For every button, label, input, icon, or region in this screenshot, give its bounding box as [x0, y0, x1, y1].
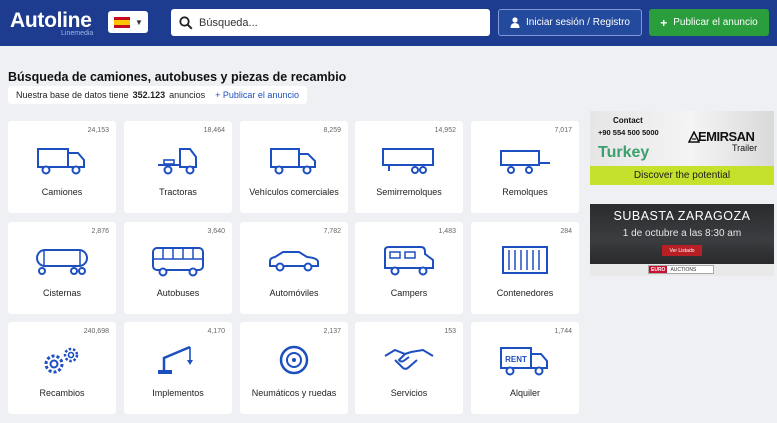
- category-card[interactable]: 3,640 Autobuses: [124, 222, 232, 314]
- publish-ad-button[interactable]: + Publicar el anuncio: [649, 9, 769, 36]
- ad-brand-sub: Trailer: [732, 143, 758, 153]
- ad-phone: +90 554 500 5000: [598, 128, 659, 137]
- language-selector[interactable]: ▼: [108, 11, 148, 33]
- category-card[interactable]: 284 Contenedores: [471, 222, 579, 314]
- category-count: 14,952: [434, 127, 456, 134]
- publish-label: Publicar el anuncio: [673, 17, 758, 28]
- truck-icon: [37, 148, 85, 175]
- category-label: Automóviles: [269, 288, 319, 298]
- logo-auctions: AUCTIONS: [670, 266, 697, 273]
- euro-auctions-logo: EURO AUCTIONS: [648, 265, 714, 274]
- category-count: 7,017: [554, 127, 572, 134]
- login-label: Iniciar sesión / Registro: [526, 17, 630, 28]
- category-count: 1,483: [438, 228, 456, 235]
- database-info: Nuestra base de datos tiene 352.123 anun…: [8, 86, 307, 104]
- category-label: Campers: [390, 288, 428, 298]
- category-count: 7,782: [323, 228, 341, 235]
- ad-contact: Contact: [613, 116, 643, 125]
- page-title: Búsqueda de camiones, autobuses y piezas…: [8, 70, 347, 84]
- auction-title: SUBASTA ZARAGOZA: [613, 209, 751, 223]
- category-count: 24,153: [87, 127, 109, 134]
- category-card[interactable]: 240,698 Recambios: [8, 322, 116, 414]
- container-icon: [502, 246, 548, 274]
- ad-country: Turkey: [598, 144, 650, 161]
- search-placeholder: Búsqueda...: [199, 16, 258, 29]
- ad-tagline: Discover the potential: [590, 166, 774, 185]
- category-card[interactable]: 2,876 Cisternas: [8, 222, 116, 314]
- category-card[interactable]: 1,744 RENT Alquiler: [471, 322, 579, 414]
- category-label: Neumáticos y ruedas: [251, 388, 337, 398]
- car-icon: [269, 251, 319, 272]
- tractor-unit-icon: [158, 148, 197, 175]
- category-card[interactable]: 24,153 Camiones: [8, 121, 116, 213]
- chevron-down-icon: ▼: [135, 17, 143, 27]
- ad-brand: EMIRSAN: [698, 129, 755, 144]
- search-icon: [179, 15, 193, 30]
- rent-truck-icon: RENT: [500, 347, 548, 376]
- category-count: 4,170: [207, 328, 225, 335]
- db-suffix: anuncios: [169, 90, 206, 100]
- category-label: Semirremolques: [376, 187, 442, 197]
- auction-ad-banner[interactable]: SUBASTA ZARAGOZA 1 de octubre a las 8:30…: [590, 204, 774, 276]
- db-count: 352.123: [132, 90, 166, 100]
- category-count: 18,464: [203, 127, 225, 134]
- category-count: 153: [444, 328, 456, 335]
- category-card[interactable]: 18,464 Tractoras: [124, 121, 232, 213]
- category-count: 8,259: [323, 127, 341, 134]
- category-label: Recambios: [39, 388, 85, 398]
- autoline-logo[interactable]: Autoline: [10, 10, 92, 32]
- category-label: Remolques: [502, 187, 548, 197]
- view-listing-button[interactable]: Ver Listado: [662, 245, 702, 256]
- category-label: Camiones: [41, 187, 83, 197]
- semitrailer-icon: [382, 148, 434, 174]
- category-card[interactable]: 153 Servicios: [355, 322, 463, 414]
- category-count: 1,744: [554, 328, 572, 335]
- category-count: 2,876: [91, 228, 109, 235]
- category-label: Vehículos comerciales: [249, 187, 339, 197]
- category-card[interactable]: 14,952 Semirremolques: [355, 121, 463, 213]
- category-label: Cisternas: [42, 288, 81, 298]
- category-label: Servicios: [390, 388, 428, 398]
- search-input[interactable]: Búsqueda...: [171, 9, 490, 36]
- crane-icon: [158, 345, 193, 374]
- category-label: Alquiler: [509, 388, 540, 398]
- category-label: Implementos: [152, 388, 204, 398]
- user-icon: [510, 17, 520, 28]
- bus-icon: [152, 247, 204, 277]
- category-card[interactable]: 2,137 Neumáticos y ruedas: [240, 322, 348, 414]
- db-text: Nuestra base de datos tiene: [16, 90, 129, 100]
- tank-icon: [36, 249, 88, 275]
- plus-icon: +: [660, 15, 668, 30]
- emirsan-ad-banner[interactable]: Contact +90 554 500 5000 Turkey EMIRSAN …: [590, 111, 774, 185]
- publish-ad-link[interactable]: + Publicar el anuncio: [215, 90, 299, 100]
- handshake-icon: [384, 348, 434, 370]
- spain-flag-icon: [114, 16, 130, 28]
- camper-icon: [384, 246, 434, 276]
- top-header: Autoline Linemedia ▼ Búsqueda... Iniciar…: [0, 0, 777, 46]
- gears-icon: [44, 347, 79, 374]
- category-count: 2,137: [323, 328, 341, 335]
- category-label: Tractoras: [159, 187, 197, 197]
- category-count: 3,640: [207, 228, 225, 235]
- category-count: 284: [560, 228, 572, 235]
- wheel-icon: [279, 345, 309, 375]
- logo-euro: EURO: [649, 266, 668, 273]
- svg-text:RENT: RENT: [505, 355, 527, 364]
- category-card[interactable]: 1,483 Campers: [355, 222, 463, 314]
- category-card[interactable]: 7,017 Remolques: [471, 121, 579, 213]
- category-card[interactable]: 8,259 Vehículos comerciales: [240, 121, 348, 213]
- category-card[interactable]: 7,782 Automóviles: [240, 222, 348, 314]
- logo-subtitle: Linemedia: [61, 30, 94, 37]
- category-label: Autobuses: [156, 288, 200, 298]
- category-count: 240,698: [83, 328, 109, 335]
- auction-date: 1 de octubre a las 8:30 am: [622, 228, 742, 239]
- category-label: Contenedores: [496, 288, 554, 298]
- van-icon: [270, 148, 316, 175]
- trailer-icon: [500, 150, 550, 174]
- category-card[interactable]: 4,170 Implementos: [124, 322, 232, 414]
- login-register-button[interactable]: Iniciar sesión / Registro: [498, 9, 642, 36]
